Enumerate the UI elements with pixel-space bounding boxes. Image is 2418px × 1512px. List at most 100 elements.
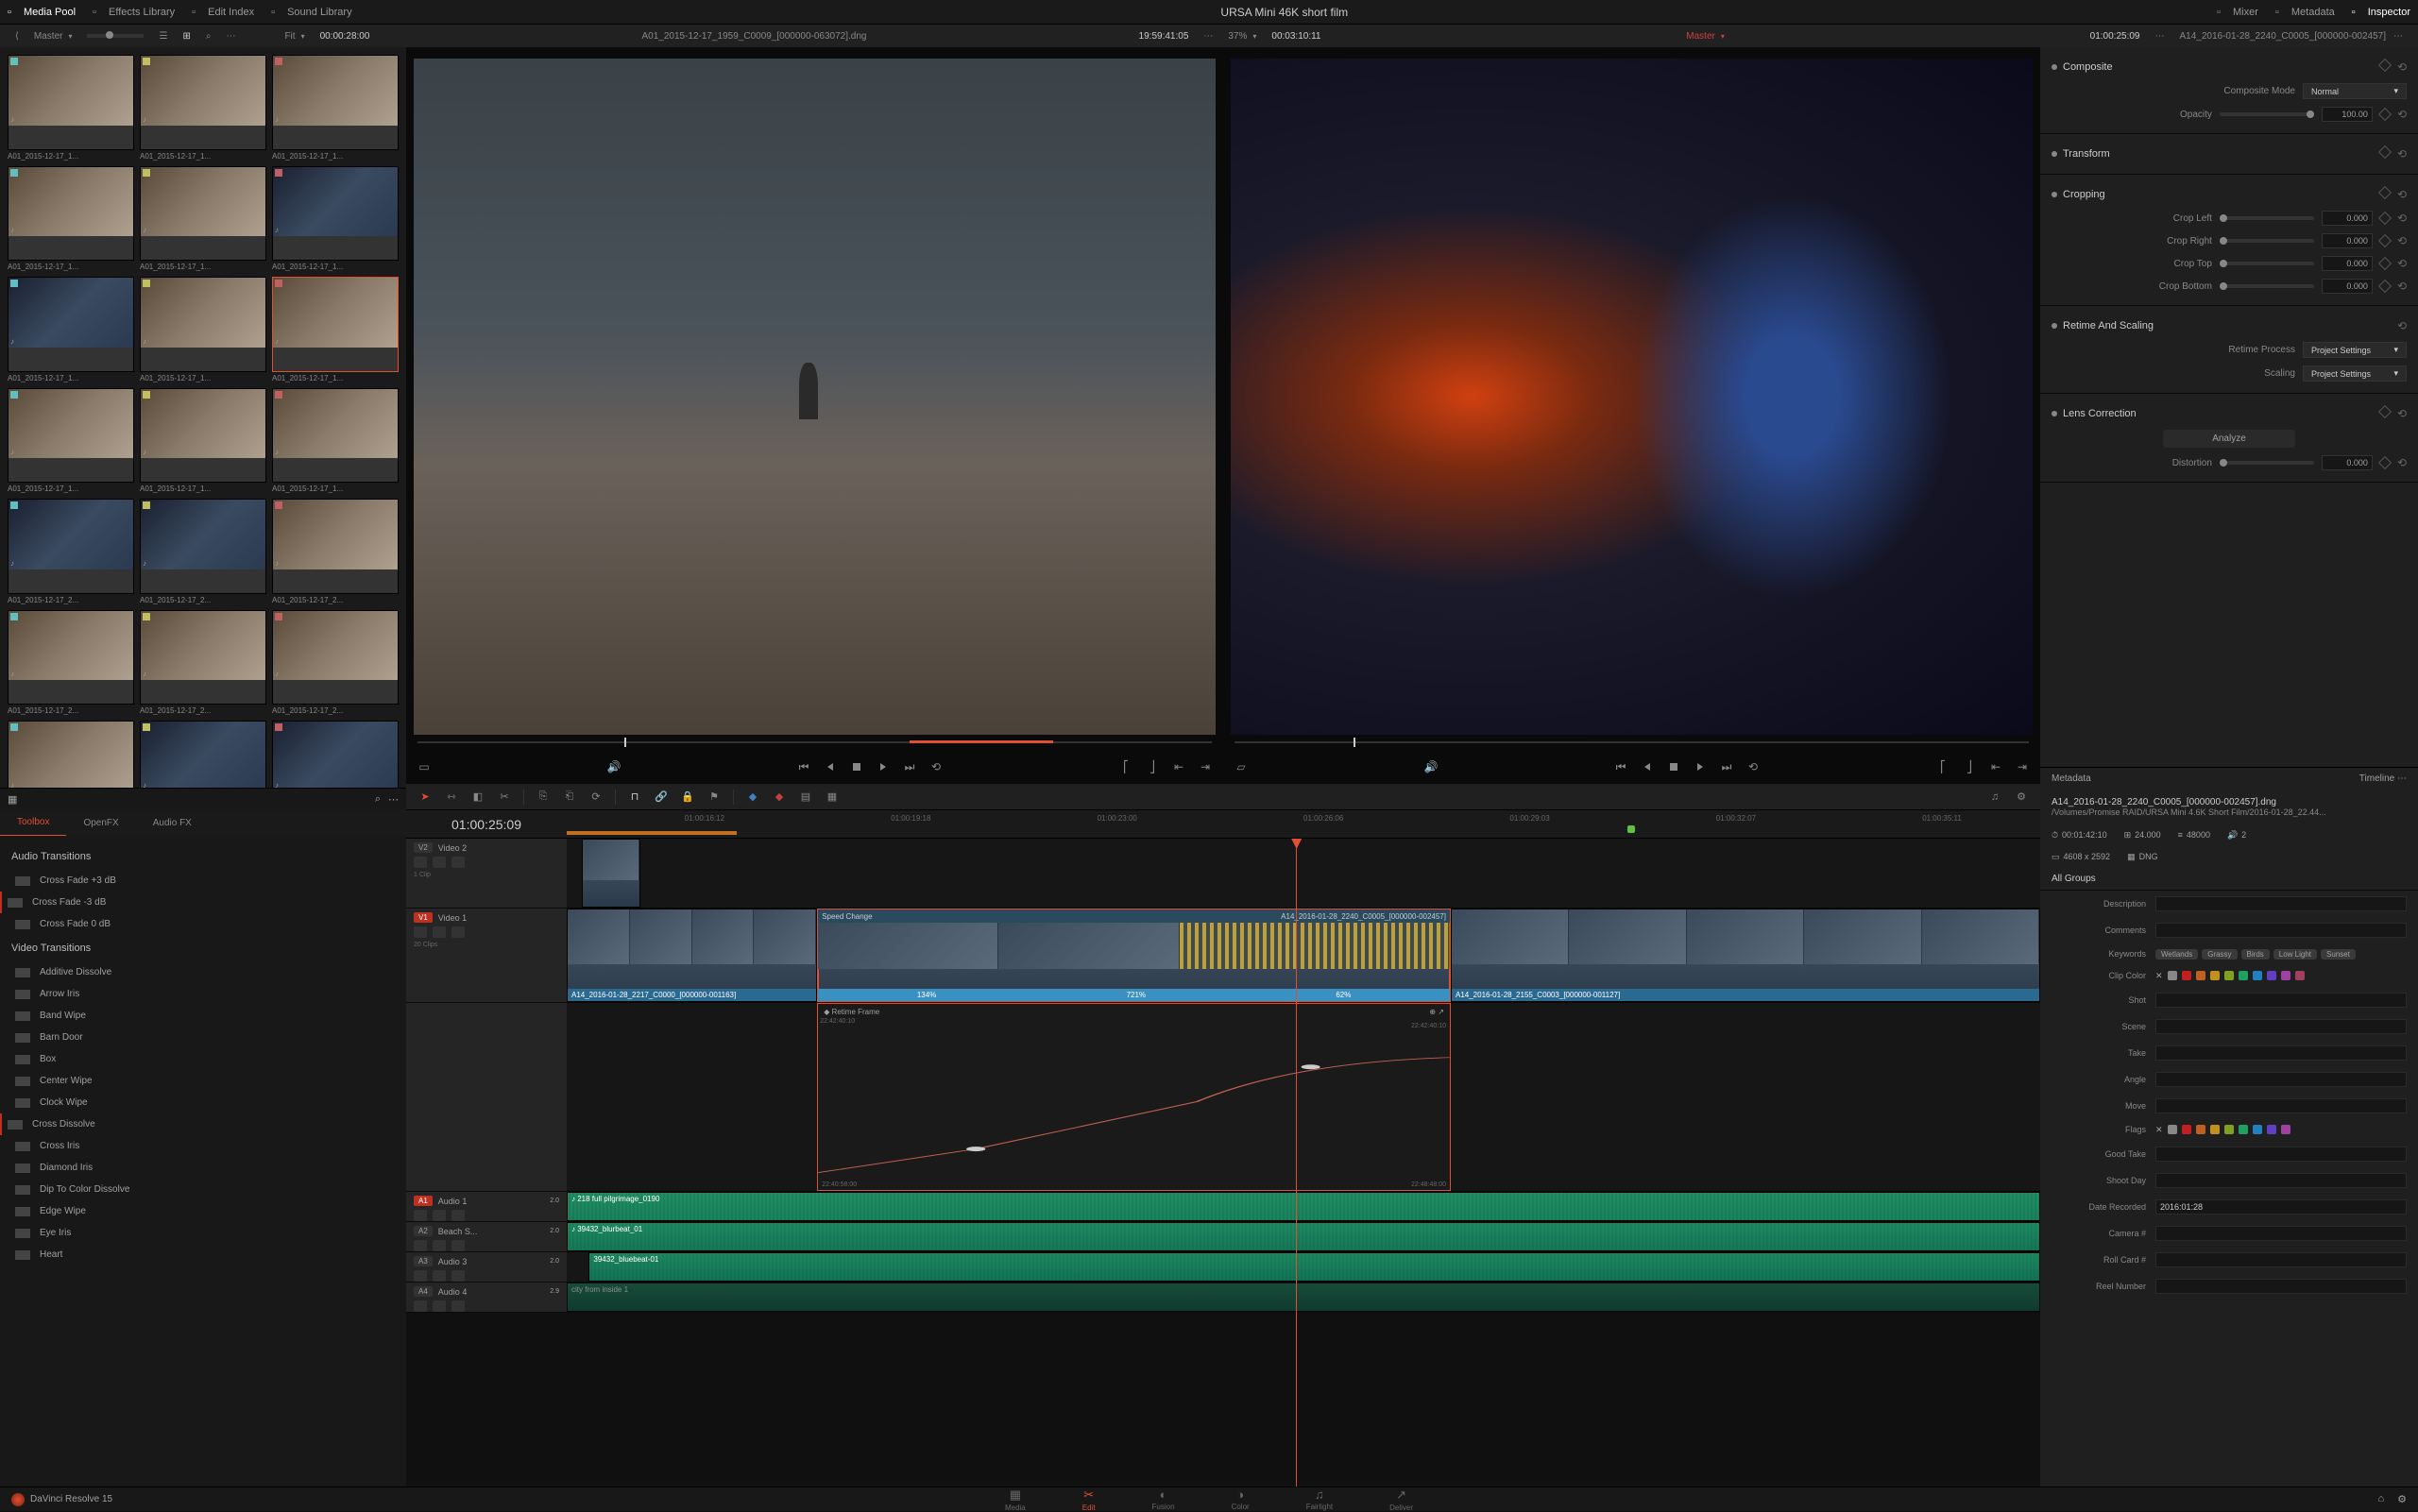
marker-red-icon[interactable]: ◆ — [772, 790, 787, 805]
page-fairlight[interactable]: ♫Fairlight — [1306, 1487, 1333, 1512]
dynamic-trim-icon[interactable]: ◧ — [470, 790, 485, 805]
reset-icon[interactable]: ⟲ — [2397, 188, 2407, 201]
marker-blue-icon[interactable]: ◆ — [745, 790, 760, 805]
keyword-chip[interactable]: Low Light — [2273, 949, 2317, 960]
reset-icon[interactable]: ⟲ — [2397, 212, 2407, 225]
lock-icon[interactable] — [414, 926, 427, 938]
effect-item[interactable]: Additive Dissolve — [8, 961, 399, 983]
page-media[interactable]: ▦Media — [1005, 1487, 1026, 1512]
timeline-clip[interactable]: A14_2016-01-28_2217_C0000_[000000-001163… — [567, 909, 817, 1002]
transform-mode-icon[interactable]: ▱ — [1235, 760, 1248, 773]
lock-icon[interactable] — [414, 1210, 427, 1221]
source-viewer-canvas[interactable] — [414, 59, 1216, 735]
insert-icon[interactable]: ⎘ — [536, 790, 551, 805]
media-clip-thumb[interactable]: ♪ — [272, 610, 399, 705]
topbar-metadata[interactable]: ▫Metadata — [2275, 7, 2335, 18]
reset-icon[interactable]: ⟲ — [2397, 60, 2407, 74]
keyword-chip[interactable]: Wetlands — [2155, 949, 2198, 960]
media-clip-thumb[interactable]: ♪ — [272, 388, 399, 484]
media-clip-thumb[interactable]: ♪ — [272, 55, 399, 150]
mute-icon[interactable] — [451, 1240, 465, 1251]
reset-icon[interactable]: ⟲ — [2397, 108, 2407, 121]
go-in-icon[interactable]: ⇤ — [1172, 760, 1185, 773]
volume-icon[interactable]: 🔊 — [607, 760, 621, 773]
topbar-sound-library[interactable]: ▫Sound Library — [271, 7, 352, 18]
track-content-a4[interactable]: city from inside 1 — [567, 1283, 2040, 1312]
track-head-a2[interactable]: A2Beach S...2.0 — [406, 1222, 567, 1251]
effect-item[interactable]: Band Wipe — [8, 1005, 399, 1027]
topbar-mixer[interactable]: ▫Mixer — [2217, 7, 2258, 18]
reset-icon[interactable]: ⟲ — [2397, 147, 2407, 161]
color-swatch[interactable] — [2239, 1125, 2248, 1134]
reset-icon[interactable]: ⟲ — [2397, 319, 2407, 332]
effect-item[interactable]: Cross Fade +3 dB — [8, 870, 399, 892]
effect-item[interactable]: Box — [8, 1048, 399, 1070]
timeline-clip[interactable]: A14_2016-01-28_2155_C0003_[000000-001127… — [1451, 909, 2040, 1002]
metadata-view-select[interactable]: Timeline — [2359, 773, 2394, 784]
topbar-inspector[interactable]: ▫Inspector — [2352, 7, 2410, 18]
effect-item[interactable]: Diamond Iris — [8, 1157, 399, 1179]
topbar-edit-index[interactable]: ▫Edit Index — [192, 7, 254, 18]
thumb-size-slider[interactable] — [87, 34, 144, 38]
color-swatch[interactable] — [2182, 971, 2191, 980]
blade-tool-icon[interactable]: ✂ — [497, 790, 512, 805]
crop-value[interactable]: 0.000 — [2322, 279, 2373, 294]
opacity-slider[interactable] — [2220, 112, 2314, 116]
disable-icon[interactable] — [451, 926, 465, 938]
page-fusion[interactable]: ◐Fusion — [1152, 1487, 1175, 1512]
keyframe-icon[interactable] — [2378, 212, 2392, 225]
retime-curve-area[interactable]: ◆ Retime Frame ⊕ ↗ 22:42:40:10 22:42:40:… — [567, 1003, 2040, 1191]
lock-icon[interactable]: 🔒 — [680, 790, 695, 805]
effect-item[interactable]: Arrow Iris — [8, 983, 399, 1005]
metadata-input[interactable] — [2155, 993, 2407, 1008]
distortion-value[interactable]: 0.000 — [2322, 455, 2373, 470]
next-clip-icon[interactable]: ⇥ — [2016, 760, 2029, 773]
next-edit-icon[interactable]: ⏭ — [903, 760, 916, 773]
media-clip-thumb[interactable]: ♪ — [272, 166, 399, 262]
selection-tool-icon[interactable]: ➤ — [417, 790, 433, 805]
prev-edit-icon[interactable]: ⏮ — [797, 760, 810, 773]
metadata-input[interactable] — [2155, 1019, 2407, 1034]
next-edit-icon[interactable]: ⏭ — [1720, 760, 1733, 773]
solo-icon[interactable] — [433, 1210, 446, 1221]
zoom-icon[interactable]: ⊕ — [1429, 1008, 1436, 1016]
timeline-name[interactable]: Master — [1337, 31, 2075, 42]
media-clip-thumb[interactable]: ♪ — [140, 499, 266, 594]
effect-item[interactable]: Cross Fade 0 dB — [8, 913, 399, 935]
fit-mode[interactable]: Fit — [284, 31, 304, 42]
crop-value[interactable]: 0.000 — [2322, 233, 2373, 248]
mark-out-icon[interactable]: ⎦ — [1146, 760, 1159, 773]
topbar-effects-library[interactable]: ▫Effects Library — [93, 7, 175, 18]
mark-out-icon[interactable]: ⎦ — [1963, 760, 1976, 773]
trim-tool-icon[interactable]: ⇿ — [444, 790, 459, 805]
reset-icon[interactable]: ⟲ — [2397, 234, 2407, 247]
mute-icon[interactable] — [451, 1300, 465, 1312]
mark-in-icon[interactable]: ⎡ — [1119, 760, 1132, 773]
page-color[interactable]: ◑Color — [1232, 1487, 1250, 1512]
retime-process-select[interactable]: Project Settings▾ — [2303, 342, 2407, 358]
color-swatch[interactable] — [2239, 971, 2248, 980]
effect-item[interactable]: Barn Door — [8, 1027, 399, 1048]
bin-path[interactable]: Master — [34, 31, 73, 42]
track-head-a4[interactable]: A4Audio 42.9 — [406, 1283, 567, 1312]
color-swatch[interactable] — [2281, 971, 2290, 980]
distortion-slider[interactable] — [2220, 461, 2314, 465]
color-swatch[interactable] — [2224, 1125, 2234, 1134]
media-clip-thumb[interactable]: ♪ — [8, 166, 134, 262]
audio-scrub-icon[interactable]: ♫ — [1987, 790, 2002, 805]
marker-list-icon[interactable]: ▤ — [798, 790, 813, 805]
volume-icon[interactable]: 🔊 — [1424, 760, 1438, 773]
loop-icon[interactable]: ⟲ — [929, 760, 943, 773]
metadata-input[interactable] — [2155, 1098, 2407, 1113]
crop-slider[interactable] — [2220, 239, 2314, 243]
track-head-v2[interactable]: V2Video 2 1 Clip — [406, 839, 567, 908]
media-clip-thumb[interactable]: ♪ — [8, 721, 134, 788]
solo-icon[interactable] — [433, 1270, 446, 1282]
media-clip-thumb[interactable]: ♪ — [8, 277, 134, 372]
metadata-input[interactable] — [2155, 1173, 2407, 1188]
effect-item[interactable]: Eye Iris — [8, 1222, 399, 1244]
timeline-clip-selected[interactable]: Speed ChangeA14_2016-01-28_2240_C0005_[0… — [817, 909, 1451, 1002]
search-icon[interactable]: ⌕ — [375, 793, 381, 806]
search-icon[interactable]: ⌕ — [206, 31, 212, 42]
keyword-chip[interactable]: Birds — [2241, 949, 2270, 960]
